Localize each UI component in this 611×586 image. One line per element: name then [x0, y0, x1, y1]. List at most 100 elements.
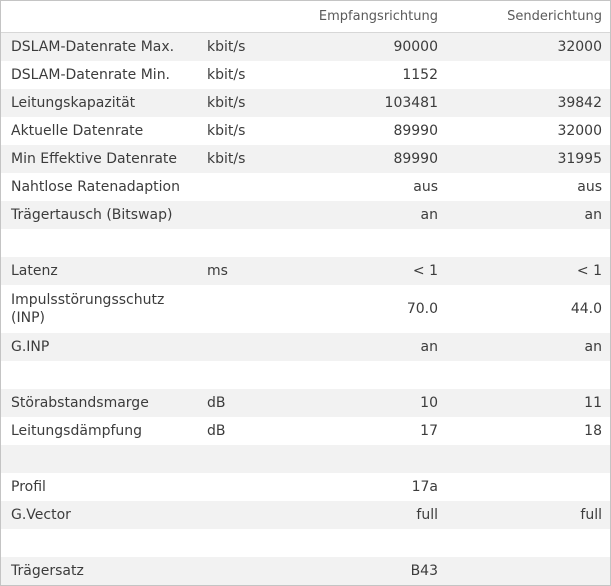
table-row: Profil 17a	[1, 473, 610, 501]
row-send-value: 39842	[446, 89, 610, 117]
header-send-direction: Senderichtung	[446, 1, 610, 33]
row-label: Min Effektive Datenrate	[1, 145, 197, 173]
table-row: Latenz ms < 1 < 1	[1, 257, 610, 285]
row-receive-value: 70.0	[293, 285, 446, 333]
row-label	[1, 445, 197, 473]
row-unit	[197, 501, 293, 529]
row-send-value: < 1	[446, 257, 610, 285]
row-receive-value: full	[293, 501, 446, 529]
header-unit-col	[197, 1, 293, 33]
row-label	[1, 229, 197, 257]
table-row-spacer	[1, 361, 610, 389]
row-label: Trägersatz	[1, 557, 197, 585]
row-label: Störabstandsmarge	[1, 389, 197, 417]
row-receive-value: 1152	[293, 61, 446, 89]
row-send-value: 31995	[446, 145, 610, 173]
table-row: Leitungskapazität kbit/s 103481 39842	[1, 89, 610, 117]
row-send-value: aus	[446, 173, 610, 201]
table-row: G.Vector full full	[1, 501, 610, 529]
row-send-value	[446, 557, 610, 585]
dsl-info-table: Empfangsrichtung Senderichtung DSLAM-Dat…	[1, 1, 610, 585]
row-receive-value	[293, 529, 446, 557]
row-send-value	[446, 229, 610, 257]
table-row-spacer	[1, 529, 610, 557]
table-row: Trägertausch (Bitswap) an an	[1, 201, 610, 229]
row-receive-value: 17	[293, 417, 446, 445]
row-unit	[197, 229, 293, 257]
header-receive-direction: Empfangsrichtung	[293, 1, 446, 33]
row-receive-value: 103481	[293, 89, 446, 117]
row-receive-value: < 1	[293, 257, 446, 285]
row-label: DSLAM-Datenrate Max.	[1, 32, 197, 61]
row-send-value: an	[446, 201, 610, 229]
row-receive-value: B43	[293, 557, 446, 585]
row-label: Profil	[1, 473, 197, 501]
row-label: G.INP	[1, 333, 197, 361]
row-receive-value: 89990	[293, 145, 446, 173]
table-row: Min Effektive Datenrate kbit/s 89990 319…	[1, 145, 610, 173]
table-row: Aktuelle Datenrate kbit/s 89990 32000	[1, 117, 610, 145]
row-unit: dB	[197, 389, 293, 417]
row-receive-value: an	[293, 333, 446, 361]
row-receive-value: 90000	[293, 32, 446, 61]
row-receive-value	[293, 361, 446, 389]
row-unit	[197, 557, 293, 585]
row-send-value: 32000	[446, 32, 610, 61]
row-send-value	[446, 529, 610, 557]
row-receive-value: 17a	[293, 473, 446, 501]
header-label-col	[1, 1, 197, 33]
row-unit	[197, 445, 293, 473]
table-row: Störabstandsmarge dB 10 11	[1, 389, 610, 417]
row-unit	[197, 201, 293, 229]
table-row: Trägersatz B43	[1, 557, 610, 585]
row-unit: ms	[197, 257, 293, 285]
row-receive-value	[293, 445, 446, 473]
row-unit	[197, 361, 293, 389]
table-row: Impulsstörungsschutz (INP) 70.0 44.0	[1, 285, 610, 333]
row-unit	[197, 173, 293, 201]
row-unit: dB	[197, 417, 293, 445]
row-label: Trägertausch (Bitswap)	[1, 201, 197, 229]
row-send-value	[446, 61, 610, 89]
header-row: Empfangsrichtung Senderichtung	[1, 1, 610, 33]
table-row-spacer	[1, 445, 610, 473]
row-label: Aktuelle Datenrate	[1, 117, 197, 145]
table-row: Nahtlose Ratenadaption aus aus	[1, 173, 610, 201]
row-send-value: 11	[446, 389, 610, 417]
row-label: Nahtlose Ratenadaption	[1, 173, 197, 201]
row-receive-value: an	[293, 201, 446, 229]
row-send-value	[446, 445, 610, 473]
table-header: Empfangsrichtung Senderichtung	[1, 1, 610, 33]
row-unit	[197, 473, 293, 501]
row-label	[1, 361, 197, 389]
row-label: Leitungsdämpfung	[1, 417, 197, 445]
table-row-spacer	[1, 229, 610, 257]
row-unit	[197, 529, 293, 557]
row-unit	[197, 285, 293, 333]
row-unit: kbit/s	[197, 32, 293, 61]
row-receive-value: aus	[293, 173, 446, 201]
row-receive-value	[293, 229, 446, 257]
row-label: G.Vector	[1, 501, 197, 529]
row-label: Impulsstörungsschutz (INP)	[1, 285, 197, 333]
row-send-value: 32000	[446, 117, 610, 145]
row-label: DSLAM-Datenrate Min.	[1, 61, 197, 89]
row-label: Latenz	[1, 257, 197, 285]
row-unit: kbit/s	[197, 89, 293, 117]
table-body: DSLAM-Datenrate Max. kbit/s 90000 32000 …	[1, 32, 610, 585]
row-label: Leitungskapazität	[1, 89, 197, 117]
table-row: G.INP an an	[1, 333, 610, 361]
table-row: DSLAM-Datenrate Min. kbit/s 1152	[1, 61, 610, 89]
row-receive-value: 10	[293, 389, 446, 417]
row-send-value: an	[446, 333, 610, 361]
row-unit: kbit/s	[197, 61, 293, 89]
table-row: DSLAM-Datenrate Max. kbit/s 90000 32000	[1, 32, 610, 61]
row-send-value	[446, 361, 610, 389]
row-send-value	[446, 473, 610, 501]
row-receive-value: 89990	[293, 117, 446, 145]
dsl-info-panel: Empfangsrichtung Senderichtung DSLAM-Dat…	[0, 0, 611, 586]
row-send-value: full	[446, 501, 610, 529]
table-row: Leitungsdämpfung dB 17 18	[1, 417, 610, 445]
row-send-value: 44.0	[446, 285, 610, 333]
row-label	[1, 529, 197, 557]
